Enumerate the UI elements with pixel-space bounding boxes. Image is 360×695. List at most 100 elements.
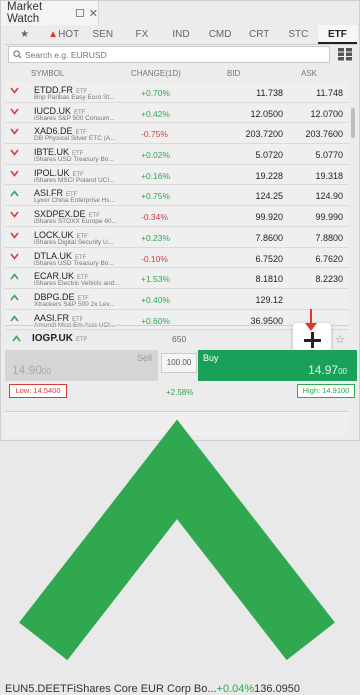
row-change: -0.75% <box>141 129 168 140</box>
row-bid[interactable]: 124.25 <box>203 191 283 201</box>
search-input[interactable] <box>25 48 325 61</box>
chevron-down-icon <box>10 108 19 115</box>
row-change: +0.70% <box>141 88 171 98</box>
star-icon: ★ <box>20 29 30 40</box>
list-item[interactable]: ETDD.FR ETF Bnp Paribas Easy Euro St... +0.… <box>5 82 349 103</box>
row-description: iShares S&P 500 Consum... <box>34 114 115 122</box>
tab-hot[interactable]: ▲HOT <box>44 25 83 44</box>
market-watch-window: Market Watch ✕ ★ ▲HOT SEN FX IND CMD CRT… <box>0 0 360 695</box>
tab-ind[interactable]: IND <box>161 25 200 44</box>
list-item[interactable]: EUN5.DEETFiShares Core EUR Corp Bo...+0.… <box>5 411 349 695</box>
scrollbar-thumb[interactable] <box>351 108 355 138</box>
scrollbar[interactable] <box>349 82 357 324</box>
row-bid[interactable]: 99.920 <box>203 212 283 222</box>
window-titlebar: Market Watch ✕ <box>1 1 99 25</box>
change-percent: +2.58% <box>166 388 194 397</box>
tab-sen[interactable]: SEN <box>83 25 122 44</box>
row-bid[interactable]: 7.8600 <box>203 233 283 243</box>
row-ask[interactable]: 8.2230 <box>287 274 343 284</box>
row-bid[interactable]: 6.7520 <box>203 254 283 264</box>
row-change: +0.16% <box>141 170 171 181</box>
chevron-up-icon <box>10 190 19 197</box>
list-item[interactable]: IBTE.UK ETF iShares USD Treasury Bo... +0.0… <box>5 144 349 165</box>
buy-price: 14.97 <box>308 363 339 377</box>
list-item[interactable]: IPOL.UK ETF iShares MSCI Poland UCI... +0.1… <box>5 164 349 186</box>
search-icon <box>13 50 22 59</box>
quantity-input[interactable]: 100.00 <box>161 353 197 373</box>
expanded-qty-label: 650 <box>172 334 187 344</box>
chevron-up-icon <box>10 294 19 301</box>
list-item[interactable]: IUCD.UK ETF iShares S&P 500 Consum... +0.42… <box>5 102 349 124</box>
row-ask[interactable]: 11.748 <box>287 88 343 98</box>
expanded-symbol: IOGP.UK <box>32 333 73 344</box>
tab-etf[interactable]: ETF <box>317 25 357 44</box>
row-change: +0.40% <box>141 294 171 305</box>
close-icon[interactable]: ✕ <box>89 7 98 20</box>
row-description: iShares USD Treasury Bo... <box>34 259 114 267</box>
row-ask[interactable]: 19.318 <box>287 171 343 181</box>
list-item[interactable]: ECAR.UK ETF iShares Electric Vehicls and..… <box>5 268 349 289</box>
list-item[interactable]: ASI.FR ETF Lyxor China Enterprise Hs... +0.… <box>5 185 349 207</box>
tab-favorites[interactable]: ★ <box>5 25 44 44</box>
tab-crt[interactable]: CRT <box>240 25 279 44</box>
row-description: iShares MSCI Poland UCI... <box>34 176 115 184</box>
col-change[interactable]: CHANGE(1D) <box>131 69 181 78</box>
row-ask[interactable]: 5.0770 <box>287 150 343 160</box>
row-ask[interactable]: 203.7600 <box>287 129 343 139</box>
tab-hot-label: HOT <box>58 29 80 40</box>
buy-button[interactable]: Buy 14.9700 <box>198 350 357 381</box>
row-change: +0.75% <box>141 191 171 202</box>
row-description: iShares STOXX Europe 60... <box>34 218 117 226</box>
tab-fx[interactable]: FX <box>122 25 161 44</box>
row-description: iShares USD Treasury Bo... <box>34 156 114 164</box>
row-description: Xtrackers S&P 500 2x Lev... <box>34 300 115 308</box>
plus-icon-bar <box>304 339 321 342</box>
etf-tag: ETF <box>75 337 88 343</box>
row-ask[interactable]: 7.8800 <box>287 233 343 243</box>
list-item[interactable]: LOCK.UK ETF iShares Digital Security U... +… <box>5 226 349 248</box>
grid-view-icon[interactable] <box>337 47 353 61</box>
row-bid[interactable]: 11.738 <box>203 88 283 98</box>
buy-label: Buy <box>203 353 219 363</box>
col-ask[interactable]: ASK <box>301 69 317 78</box>
list-item[interactable]: DTLA.UK ETF iShares USD Treasury Bo... -0.1… <box>5 247 349 269</box>
row-change: +0.23% <box>141 232 171 243</box>
row-ask[interactable]: 12.0700 <box>287 109 343 119</box>
row-change: +0.04% <box>216 682 255 695</box>
red-pointer-arrow-icon <box>305 309 317 331</box>
row-bid[interactable]: 203.7200 <box>203 129 283 139</box>
favorite-star-icon[interactable]: ☆ <box>335 333 345 346</box>
instrument-list: ETDD.FR ETF Bnp Paribas Easy Euro St... +0.… <box>5 82 349 331</box>
buy-price-small: 00 <box>338 367 347 376</box>
row-ask[interactable]: 124.90 <box>287 191 343 201</box>
list-item[interactable]: SXDPEX.DE ETF iShares STOXX Europe 60... -0… <box>5 206 349 227</box>
chevron-down-icon <box>10 149 19 156</box>
row-bid[interactable]: 136.0950 <box>254 683 300 695</box>
sell-price-small: 00 <box>42 367 51 376</box>
maximize-icon[interactable] <box>76 9 84 17</box>
row-bid[interactable]: 12.0500 <box>203 109 283 119</box>
sell-button[interactable]: Sell 14.9000 <box>5 350 158 381</box>
search-box <box>8 46 330 63</box>
row-bid[interactable]: 19.228 <box>203 171 283 181</box>
expanded-instrument: IOGP.UK ETF 650 ☆ Sell 14.9000 100.00 Buy… <box>5 323 357 409</box>
row-bid[interactable]: 5.0720 <box>203 150 283 160</box>
etf-tag: ETF <box>52 682 74 695</box>
row-bid[interactable]: 8.1810 <box>203 274 283 284</box>
list-item[interactable]: XAD6.DE ETF DB Physical Silver ETC (A... -0… <box>5 123 349 145</box>
high-price-badge: High: 14.9100 <box>297 384 355 398</box>
row-bid[interactable]: 129.12 <box>203 295 283 305</box>
chevron-up-icon <box>12 335 21 342</box>
row-change: +0.42% <box>141 108 171 119</box>
chevron-down-icon <box>10 253 19 260</box>
col-bid[interactable]: BID <box>227 69 240 78</box>
tab-stc[interactable]: STC <box>279 25 318 44</box>
tab-cmd[interactable]: CMD <box>201 25 240 44</box>
row-change: -0.34% <box>141 212 168 223</box>
row-ask[interactable]: 99.990 <box>287 212 343 222</box>
row-ask[interactable]: 6.7620 <box>287 254 343 264</box>
sell-label: Sell <box>136 353 152 363</box>
col-symbol[interactable]: SYMBOL <box>31 69 64 78</box>
list-item[interactable]: DBPG.DE ETF Xtrackers S&P 500 2x Lev... +0.… <box>5 288 349 310</box>
row-description: iShares Core EUR Corp Bo... <box>73 682 217 695</box>
